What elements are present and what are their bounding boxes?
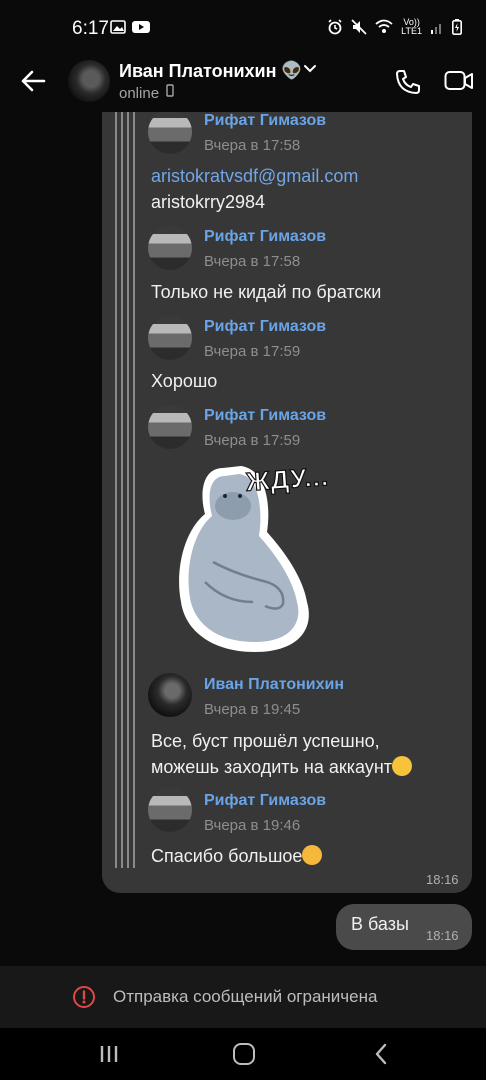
alert-circle-icon [73,986,95,1008]
wifi-icon [375,19,393,33]
sender-avatar[interactable] [148,316,192,360]
message-time: Вчера в 19:45 [204,701,301,718]
recents-icon[interactable] [98,1044,120,1064]
message-text: Только не кидай по братски [151,282,382,302]
status-left-icons [110,20,150,34]
gallery-icon [110,20,126,34]
sticker-caption: ЖДУ... [244,461,330,498]
mobile-device-icon [166,84,174,97]
mute-icon [351,19,367,35]
sender-avatar[interactable] [148,112,192,154]
alarm-icon [328,19,342,35]
chevron-down-icon[interactable] [303,64,317,74]
message-time: Вчера в 17:58 [204,253,301,270]
forward-indicator-lines [115,112,137,868]
contact-avatar[interactable] [68,60,110,102]
sender-name[interactable]: Рифат Гимазов [204,407,326,425]
smile-emoji [392,756,413,776]
sender-name[interactable]: Иван Платонихин [204,676,344,694]
chat-header: Иван Платонихин 👽 online [0,56,486,112]
nav-back-icon[interactable] [373,1043,389,1065]
message-text: Спасибо большое [151,846,303,866]
contact-name[interactable]: Иван Платонихин [119,61,277,82]
status-time: 6:17 [72,18,109,39]
message-time: Вчера в 17:59 [204,343,301,360]
message-text: Хорошо [151,371,218,391]
phone-icon[interactable] [394,68,422,96]
message-time: Вчера в 17:58 [204,137,301,154]
video-call-icon[interactable] [444,68,474,94]
sender-avatar[interactable] [148,673,192,717]
restriction-bar: Отправка сообщений ограничена [0,966,486,1028]
chat-area[interactable]: Рифат Гимазов Вчера в 17:58 aristokratvs… [0,112,486,966]
sender-name[interactable]: Рифат Гимазов [204,112,326,130]
message-time: Вчера в 17:59 [204,432,301,449]
outgoing-message-text: В базы [351,914,409,934]
contact-status: online [119,85,160,102]
home-icon[interactable] [233,1043,255,1065]
system-nav-bar [0,1028,486,1080]
battery-icon [452,19,462,35]
lte-indicator: Vo)) LTE1 [401,18,422,36]
back-arrow-icon[interactable] [18,66,48,96]
restriction-text: Отправка сообщений ограничена [113,987,378,1006]
lte-bottom: LTE1 [401,26,422,36]
message-text-line: Спасибо большое [151,843,323,869]
email-link[interactable]: aristokratvsdf@gmail.com [151,163,358,189]
sender-name[interactable]: Рифат Гимазов [204,792,326,810]
sender-avatar[interactable] [148,226,192,270]
status-right-icons: Vo)) LTE1 [327,18,462,36]
sender-name[interactable]: Рифат Гимазов [204,228,326,246]
yum-emoji [302,845,323,865]
sender-avatar[interactable] [148,405,192,449]
message-text-line: можешь заходить на аккаунт [151,754,413,780]
message-text: aristokrry2984 [151,192,266,212]
outgoing-time: 18:16 [426,928,459,943]
contact-emoji: 👽 [281,61,303,80]
message-text: Все, буст прошёл успешно, [151,731,380,751]
youtube-icon [132,21,150,33]
status-bar: 6:17 Vo)) LTE1 [0,0,486,56]
signal-icon [431,24,441,34]
message-text: можешь заходить на аккаунт [151,757,393,777]
sender-avatar[interactable] [148,788,192,832]
sender-name[interactable]: Рифат Гимазов [204,318,326,336]
bubble-time: 18:16 [426,872,459,887]
message-time: Вчера в 19:46 [204,817,301,834]
